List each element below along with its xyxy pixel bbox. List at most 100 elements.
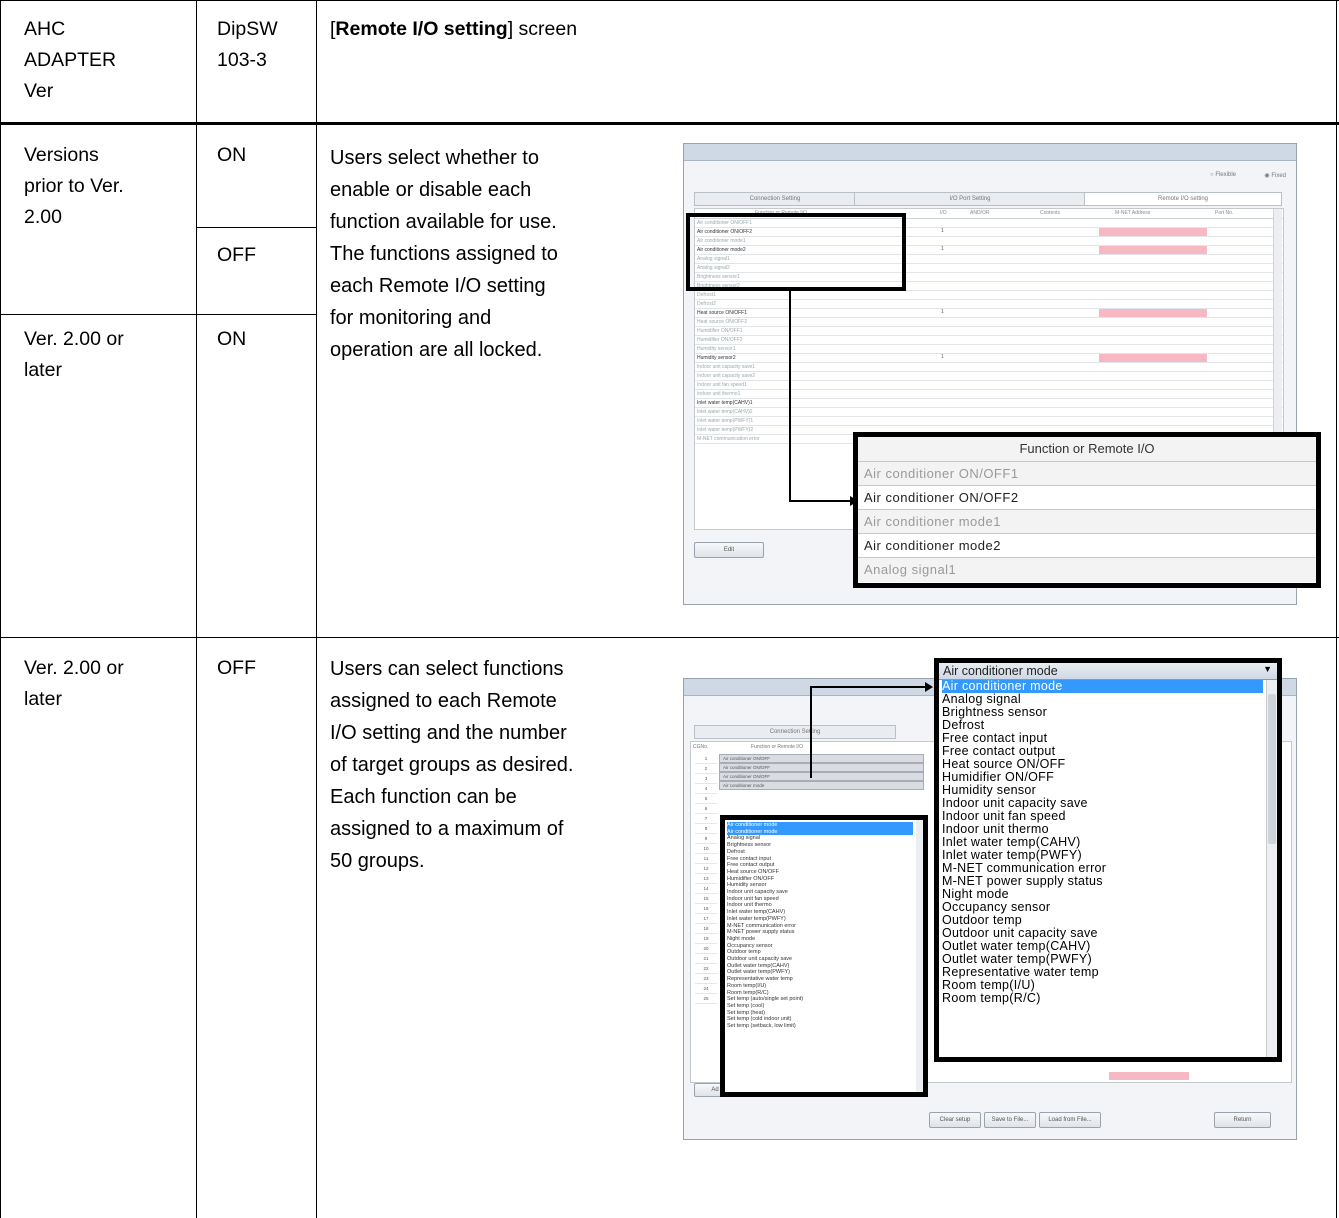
list-item[interactable]: Brightness sensor: [942, 706, 1263, 719]
zoom-function-list: Function or Remote I/O Air conditioner O…: [853, 432, 1321, 588]
group-number: 2: [695, 764, 717, 774]
description-flexible: Users can select functions assigned to ea…: [330, 658, 574, 872]
list-item[interactable]: Set temp (cold indoor unit): [727, 1016, 913, 1023]
group-number: 9: [695, 834, 717, 844]
group-number: 20: [695, 944, 717, 954]
address-cell-required[interactable]: [1099, 246, 1207, 254]
small-list-items: Air conditioner mode Air conditioner mode…: [727, 822, 913, 1030]
list-item[interactable]: Air conditioner mode: [727, 822, 913, 829]
address-cell-required[interactable]: [1109, 1072, 1189, 1080]
list-item[interactable]: Inlet water temp(CAHV): [727, 909, 913, 916]
list-item[interactable]: Heat source ON/OFF: [727, 869, 913, 876]
list-item[interactable]: Set temp (heat): [727, 1010, 913, 1017]
switch-on-2: ON: [217, 328, 247, 350]
switch-off-1: OFF: [217, 244, 256, 266]
highlight-box-rows: [686, 213, 906, 291]
header-dipsw: DipSW 103-3: [217, 18, 278, 71]
arrow-connector-1: [789, 290, 858, 506]
scrollbar[interactable]: [1266, 680, 1277, 1057]
list-item[interactable]: Inlet water temp(PWFY): [727, 916, 913, 923]
list-item[interactable]: Indoor unit capacity save: [727, 889, 913, 896]
group-number: 1: [695, 754, 717, 764]
list-item[interactable]: Indoor unit fan speed: [727, 896, 913, 903]
col-header-cg: CGNo.: [693, 744, 709, 750]
list-item[interactable]: Set temp (setback, low limit): [727, 1023, 913, 1030]
list-item[interactable]: Outlet water temp(PWFY): [727, 969, 913, 976]
list-item[interactable]: Brightness sensor: [727, 842, 913, 849]
radio-fixed[interactable]: ◉ Fixed: [1264, 172, 1286, 179]
address-cell-required[interactable]: [1099, 309, 1207, 317]
list-item[interactable]: Indoor unit thermo: [727, 902, 913, 909]
zoom-row[interactable]: Analog signal1: [858, 557, 1316, 582]
switch-off-2: OFF: [217, 657, 256, 679]
edit-button[interactable]: Edit: [694, 542, 764, 558]
list-item[interactable]: Occupancy sensor: [727, 943, 913, 950]
group-number: 6: [695, 804, 717, 814]
group-number: 15: [695, 894, 717, 904]
list-item[interactable]: Set temp (auto/single set point): [727, 996, 913, 1003]
tab-io-port-setting[interactable]: I/O Port Setting: [854, 192, 1086, 206]
list-item[interactable]: Room temp(R/C): [727, 990, 913, 997]
load-from-file-button[interactable]: Load from File...: [1039, 1112, 1101, 1128]
list-item[interactable]: Free contact input: [727, 856, 913, 863]
list-item[interactable]: M-NET power supply status: [727, 929, 913, 936]
list-item[interactable]: Outlet water temp(CAHV): [727, 963, 913, 970]
radio-flexible[interactable]: ○ Flexible: [1210, 172, 1236, 178]
save-to-file-button[interactable]: Save to File...: [984, 1112, 1036, 1128]
zoom-row[interactable]: Air conditioner ON/OFF1: [858, 461, 1316, 486]
group-number: 18: [695, 924, 717, 934]
group-number: 8: [695, 824, 717, 834]
zoom-select-current[interactable]: Air conditioner mode: [939, 663, 1277, 680]
group-number: 13: [695, 874, 717, 884]
list-item[interactable]: Representative water temp: [727, 976, 913, 983]
col-header-function: Function or Remote I/O: [751, 744, 803, 750]
group-number: 16: [695, 904, 717, 914]
zoom-row[interactable]: Air conditioner ON/OFF2: [858, 485, 1316, 510]
list-item[interactable]: Set temp (cool): [727, 1003, 913, 1010]
group-number: 12: [695, 864, 717, 874]
clear-setup-button[interactable]: Clear setup: [929, 1112, 981, 1128]
list-item[interactable]: M-NET communication error: [727, 923, 913, 930]
tab-connection-setting[interactable]: Connection Setting: [694, 192, 856, 206]
list-item[interactable]: Analog signal: [727, 835, 913, 842]
io-mark: 1: [941, 354, 944, 360]
zoom-row[interactable]: Air conditioner mode2: [858, 533, 1316, 558]
zoom-row[interactable]: Air conditioner mode1: [858, 509, 1316, 534]
group-number: 22: [695, 964, 717, 974]
list-item[interactable]: Free contact output: [727, 862, 913, 869]
small-dropdown-list: Air conditioner mode Air conditioner mode…: [720, 815, 928, 1097]
io-mark: 1: [941, 228, 944, 234]
group-number: 21: [695, 954, 717, 964]
switch-on-1: ON: [217, 144, 247, 166]
list-item[interactable]: Night mode: [727, 936, 913, 943]
list-item[interactable]: Room temp(R/C): [942, 992, 1263, 1005]
group-number: 10: [695, 844, 717, 854]
header-screen: [Remote I/O setting] screen: [330, 18, 578, 40]
group-number: 23: [695, 974, 717, 984]
list-item[interactable]: Defrost: [727, 849, 913, 856]
list-item[interactable]: Air conditioner mode: [727, 828, 913, 836]
zoom-header: Function or Remote I/O: [858, 437, 1316, 461]
address-cell-required[interactable]: [1099, 354, 1207, 362]
scrollbar-thumb[interactable]: [1268, 694, 1276, 844]
group-number: 11: [695, 854, 717, 864]
list-item[interactable]: Room temp(I/U): [727, 983, 913, 990]
header-adapter-version: AHC ADAPTER Ver: [24, 18, 117, 102]
chevron-down-icon[interactable]: ▼: [1263, 664, 1272, 674]
return-button[interactable]: Return: [1214, 1112, 1271, 1128]
scrollbar[interactable]: [916, 820, 923, 1092]
list-item[interactable]: Humidifier ON/OFF: [727, 876, 913, 883]
address-cell-required[interactable]: [1099, 228, 1207, 236]
group-number: 3: [695, 774, 717, 784]
group-number-column: 1 2 3 4 5 6 7 8 9 10 11 12 13 14 15 16 17 18 19 20 21 22 23 24 2…: [695, 754, 717, 1004]
list-item[interactable]: Outdoor temp: [727, 949, 913, 956]
list-item[interactable]: Humidity sensor: [727, 882, 913, 889]
zoom-list-items: Air conditioner mode Analog signal Brightn…: [942, 680, 1263, 1005]
function-select[interactable]: Air conditioner mode: [719, 781, 924, 790]
io-mark: 1: [941, 309, 944, 315]
version-2-later-a: Ver. 2.00 or later: [24, 328, 124, 381]
list-item[interactable]: Outdoor unit capacity save: [727, 956, 913, 963]
tab-remote-io-setting[interactable]: Remote I/O setting: [1084, 192, 1282, 206]
version-2-later-b: Ver. 2.00 or later: [24, 657, 124, 710]
group-number: 17: [695, 914, 717, 924]
